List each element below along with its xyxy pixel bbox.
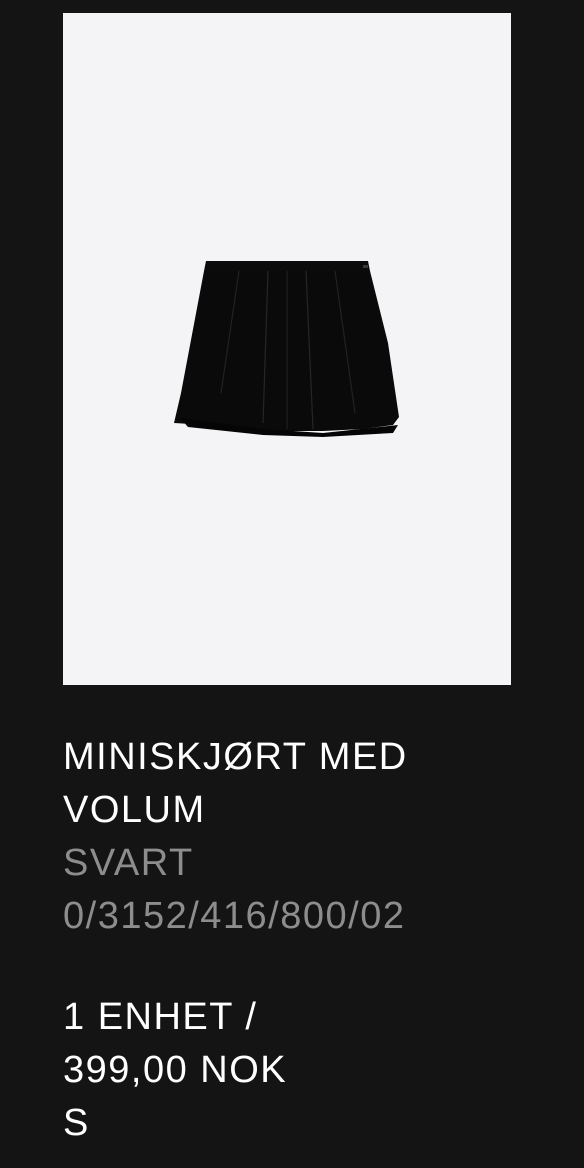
product-size: S [63, 1102, 90, 1144]
product-price: 399,00 NOK [63, 1049, 288, 1091]
product-title-line-1[interactable]: MINISKJØRT MED [63, 731, 563, 784]
product-title-line-2[interactable]: VOLUM [63, 784, 563, 837]
product-color: SVART [63, 842, 194, 884]
quantity-line: 1 ENHET / [63, 996, 258, 1038]
product-info: MINISKJØRT MED VOLUM SVART 0/3152/416/80… [63, 731, 563, 1150]
skirt-illustration [174, 261, 399, 437]
product-image[interactable] [63, 13, 511, 685]
product-reference: 0/3152/416/800/02 [63, 895, 406, 937]
